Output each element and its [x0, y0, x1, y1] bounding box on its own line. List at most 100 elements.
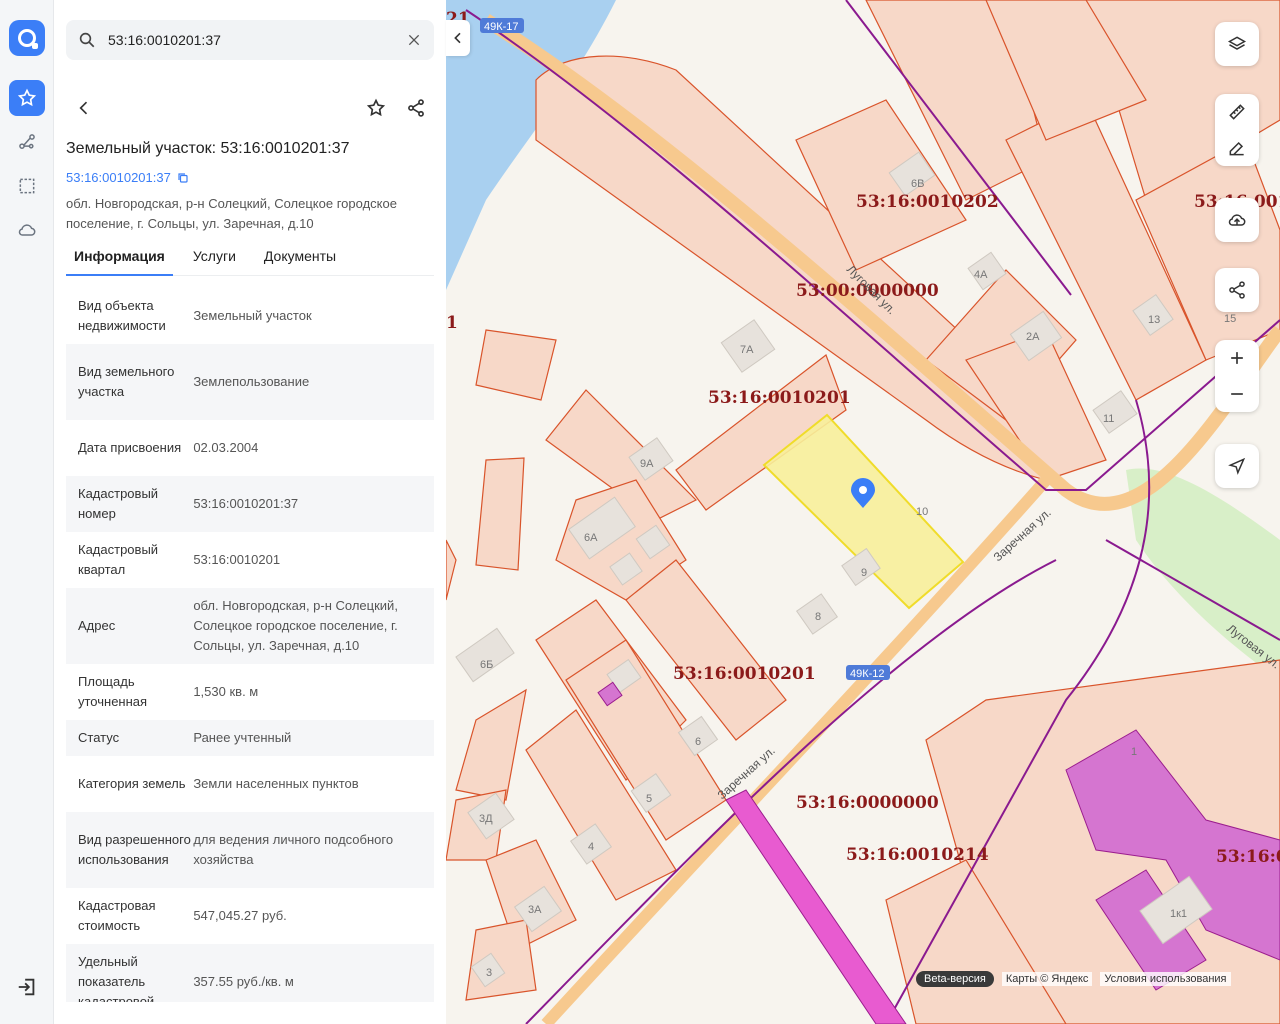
- geolocation-control: [1215, 444, 1259, 488]
- cadastral-link[interactable]: 53:16:0010201:37: [66, 170, 189, 185]
- app-logo[interactable]: [9, 20, 45, 56]
- cad-label: 53:16:0010201: [708, 388, 851, 408]
- building-number: 6Б: [480, 659, 493, 671]
- table-row: Дата присвоения 02.03.2004: [66, 420, 434, 476]
- upload-icon: [1228, 214, 1246, 226]
- zoom-in-button[interactable]: [1215, 340, 1259, 376]
- geolocation-button[interactable]: [1215, 444, 1259, 488]
- row-key: Удельный показатель кадастровой: [78, 954, 155, 1002]
- building-number: 4: [588, 841, 594, 853]
- road-shield: 49К-12: [846, 665, 890, 680]
- row-key: Кадастровый квартал: [78, 542, 159, 577]
- row-key: Площадь уточненная: [78, 674, 148, 709]
- table-row: Вид земельного участка Землепользование: [66, 344, 434, 420]
- layers-button[interactable]: [1215, 22, 1259, 66]
- table-row: Категория земель Земли населенных пунктов: [66, 756, 434, 812]
- building-number: 3: [486, 967, 492, 979]
- search-icon: [79, 32, 95, 48]
- cad-label: 53:16:0: [1216, 847, 1280, 867]
- row-value: 53:16:0010201:37: [193, 496, 299, 511]
- row-value: Земли населенных пунктов: [193, 776, 359, 791]
- table-row: Вид объекта недвижимости Земельный участо…: [66, 288, 434, 344]
- cad-label: 53:16:0000000: [796, 793, 939, 813]
- info-table: Вид объекта недвижимости Земельный участо…: [66, 288, 434, 1002]
- building-number: 6: [695, 736, 701, 748]
- edit-button[interactable]: [1215, 130, 1259, 166]
- tools-control: [1215, 94, 1259, 166]
- building-number: 13: [1148, 314, 1160, 326]
- building-number: 9: [861, 567, 867, 579]
- row-key: Вид земельного участка: [78, 364, 175, 399]
- plus-icon: [1231, 352, 1243, 364]
- upload-control: [1215, 198, 1259, 242]
- clear-icon[interactable]: [406, 32, 422, 48]
- navigation-arrow-icon: [1228, 457, 1246, 475]
- map-view[interactable]: 53:16:0010202 53:00:0000000 53:16:001020…: [446, 0, 1280, 1024]
- cadastral-link-text: 53:16:0010201:37: [66, 170, 171, 185]
- building-number: 11: [1103, 413, 1114, 425]
- search-bar: [66, 20, 434, 60]
- selection-icon[interactable]: [9, 168, 45, 204]
- back-button[interactable]: [66, 90, 102, 126]
- table-row: Статус Ранее учтенный: [66, 720, 434, 756]
- map-attribution: Beta-версия Карты © Яндекс Условия испол…: [916, 970, 1231, 988]
- row-value: 02.03.2004: [193, 440, 259, 455]
- edit-icon: [1229, 141, 1244, 156]
- zoom-control: [1215, 340, 1259, 412]
- cad-label: 53:16:0010214: [846, 845, 989, 865]
- favorite-button[interactable]: [358, 90, 394, 126]
- building-number: 2А: [1026, 331, 1040, 343]
- row-value: 547,045.27 руб.: [193, 908, 287, 923]
- tab-documents[interactable]: Документы: [256, 240, 344, 276]
- layers-control: [1215, 22, 1259, 66]
- cloud-icon[interactable]: [9, 212, 45, 248]
- building-number: 15: [1224, 313, 1236, 325]
- zoom-out-button[interactable]: [1215, 376, 1259, 412]
- row-key: Дата присвоения: [78, 440, 182, 455]
- search-input[interactable]: [108, 32, 406, 48]
- tab-services[interactable]: Услуги: [185, 240, 244, 276]
- building-number: 1к1: [1170, 908, 1187, 920]
- svg-text:49К-12: 49К-12: [850, 668, 885, 680]
- row-value: 1,530 кв. м: [193, 684, 259, 699]
- building-number: 6В: [911, 178, 924, 190]
- collapse-panel-button[interactable]: [446, 20, 470, 56]
- logout-icon[interactable]: [16, 976, 38, 998]
- page-title: Земельный участок: 53:16:0010201:37: [66, 140, 350, 157]
- cad-label: 1: [446, 313, 458, 333]
- table-row: Кадастровый номер 53:16:0010201:37: [66, 476, 434, 532]
- route-icon[interactable]: [9, 124, 45, 160]
- attribution-text[interactable]: Карты © Яндекс: [1001, 972, 1093, 986]
- tab-info[interactable]: Информация: [66, 240, 173, 276]
- share-icon: [1229, 281, 1245, 299]
- row-value: 53:16:0010201: [193, 552, 281, 567]
- favorites-icon[interactable]: [9, 80, 45, 116]
- tabs: Информация Услуги Документы: [66, 240, 434, 276]
- table-row: Удельный показатель кадастровой 357.55 ру…: [66, 944, 434, 1002]
- layers-icon: [1227, 36, 1247, 50]
- beta-badge: Beta-версия: [916, 971, 994, 987]
- cad-label: 53:16:0010202: [856, 192, 999, 212]
- chevron-left-icon: [79, 101, 88, 115]
- ruler-button[interactable]: [1215, 94, 1259, 130]
- copy-icon[interactable]: [177, 172, 189, 184]
- building-number: 3Д: [479, 813, 493, 825]
- upload-button[interactable]: [1215, 198, 1259, 242]
- minus-icon: [1231, 393, 1243, 395]
- magenta-strip: [725, 789, 907, 1024]
- table-row: Площадь уточненная 1,530 кв. м: [66, 664, 434, 720]
- share-button[interactable]: [398, 90, 434, 126]
- building-number: 5: [646, 793, 652, 805]
- row-value: Земельный участок: [193, 308, 312, 323]
- building-number: 7А: [740, 344, 754, 356]
- table-row: Кадастровая стоимость 547,045.27 руб.: [66, 888, 434, 944]
- row-key: Кадастровый номер: [78, 486, 159, 521]
- left-rail: [0, 0, 54, 1024]
- cad-label: 53:16:0010201: [673, 664, 816, 684]
- map-share-button[interactable]: [1215, 268, 1259, 312]
- map-canvas[interactable]: 53:16:0010202 53:00:0000000 53:16:001020…: [446, 0, 1280, 1024]
- building-number: 3А: [528, 904, 542, 916]
- building-number: 8: [815, 611, 821, 623]
- terms-link[interactable]: Условия использования: [1100, 972, 1231, 986]
- row-key: Вид разрешенного использования: [78, 832, 191, 867]
